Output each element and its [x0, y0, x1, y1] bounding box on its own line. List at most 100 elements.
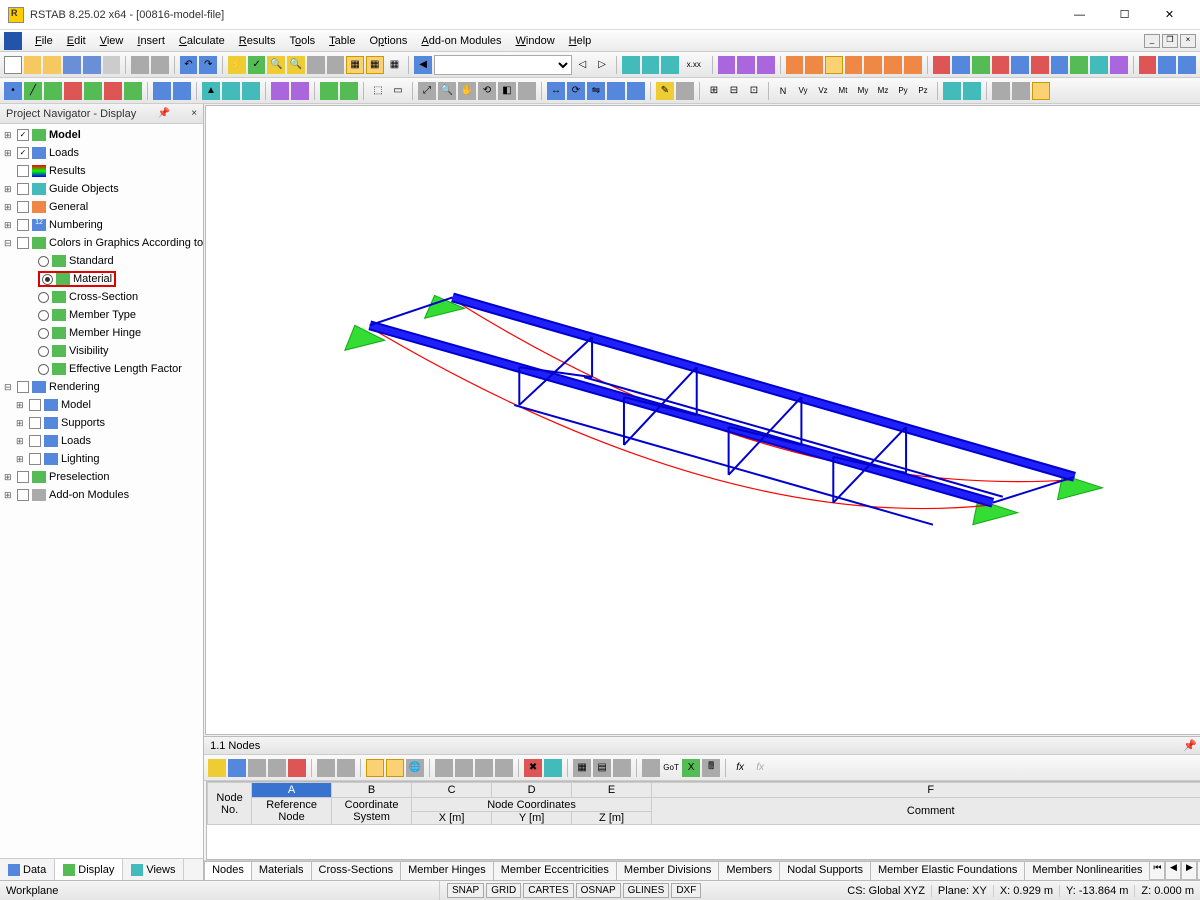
nav-next-icon[interactable]: ▷: [593, 56, 611, 74]
bottom-tab-members[interactable]: Members: [718, 861, 780, 880]
tool-16[interactable]: [340, 82, 358, 100]
bt-11[interactable]: [435, 759, 453, 777]
zoom-extents[interactable]: ⤢: [418, 82, 436, 100]
bt-7[interactable]: [337, 759, 355, 777]
bt-13[interactable]: [475, 759, 493, 777]
vz-label[interactable]: Vz: [814, 82, 832, 100]
result-text[interactable]: x.xx: [681, 56, 707, 74]
layer-1[interactable]: [992, 82, 1010, 100]
layer-2[interactable]: [1012, 82, 1030, 100]
menu-addon[interactable]: Add-on Modules: [414, 33, 508, 49]
mdi-minimize[interactable]: _: [1144, 34, 1160, 48]
tree-guide[interactable]: ⊞Guide Objects: [0, 180, 203, 198]
result-1[interactable]: [622, 56, 640, 74]
tree-numbering[interactable]: ⊞12Numbering: [0, 216, 203, 234]
tool-4[interactable]: [64, 82, 82, 100]
tool-9[interactable]: [173, 82, 191, 100]
addon-1[interactable]: [1139, 56, 1157, 74]
tree-general[interactable]: ⊞General: [0, 198, 203, 216]
tool-12[interactable]: [242, 82, 260, 100]
new-button[interactable]: [4, 56, 22, 74]
tree-r-loads[interactable]: ⊞Loads: [0, 432, 203, 450]
tool-18[interactable]: ▭: [389, 82, 407, 100]
grid-1[interactable]: [786, 56, 804, 74]
mod-8[interactable]: [1070, 56, 1088, 74]
pan-tool[interactable]: ✋: [458, 82, 476, 100]
layer-3[interactable]: [1032, 82, 1050, 100]
view-toggle-2[interactable]: ▦: [366, 56, 384, 74]
bt-1[interactable]: [208, 759, 226, 777]
tree-color-standard[interactable]: Standard: [0, 252, 203, 270]
bottom-tab-elastic[interactable]: Member Elastic Foundations: [870, 861, 1025, 880]
rotate-tool[interactable]: ⟳: [567, 82, 585, 100]
bt-9[interactable]: [386, 759, 404, 777]
scale-tool[interactable]: [607, 82, 625, 100]
orbit-tool[interactable]: ⟲: [478, 82, 496, 100]
open-recent-button[interactable]: [43, 56, 61, 74]
tool-8[interactable]: [153, 82, 171, 100]
icon-c[interactable]: [757, 56, 775, 74]
tab-display[interactable]: Display: [55, 859, 123, 880]
member-tool[interactable]: ╱: [24, 82, 42, 100]
tool-7[interactable]: [124, 82, 142, 100]
mdi-close[interactable]: ×: [1180, 34, 1196, 48]
save-button[interactable]: [63, 56, 81, 74]
toggle-cartes[interactable]: CARTES: [523, 883, 573, 898]
tab-next[interactable]: ▶: [1181, 861, 1197, 880]
bottom-tab-ecc[interactable]: Member Eccentricities: [493, 861, 617, 880]
bt-goto[interactable]: GoT: [662, 759, 680, 777]
3d-viewport[interactable]: [205, 105, 1200, 735]
bt-6[interactable]: [317, 759, 335, 777]
mt-label[interactable]: Mt: [834, 82, 852, 100]
tree-color-elf[interactable]: Effective Length Factor: [0, 360, 203, 378]
my-label[interactable]: My: [854, 82, 872, 100]
view-toggle-1[interactable]: ▦: [346, 56, 364, 74]
bt-2[interactable]: [228, 759, 246, 777]
grid-5[interactable]: [864, 56, 882, 74]
bt-18[interactable]: ▤: [593, 759, 611, 777]
tree-model[interactable]: ⊞✓Model: [0, 126, 203, 144]
filter-1[interactable]: ⊞: [705, 82, 723, 100]
tool-11[interactable]: [222, 82, 240, 100]
tool-15[interactable]: [320, 82, 338, 100]
mod-5[interactable]: [1011, 56, 1029, 74]
icon-b[interactable]: [737, 56, 755, 74]
bt-14[interactable]: [495, 759, 513, 777]
menu-options[interactable]: Options: [362, 33, 414, 49]
bottom-tab-nonlin[interactable]: Member Nonlinearities: [1024, 861, 1150, 880]
bt-fx2[interactable]: fx: [751, 759, 769, 777]
zoom-window[interactable]: 🔍: [438, 82, 456, 100]
tree-color-material[interactable]: Material: [0, 270, 203, 288]
mod-6[interactable]: [1031, 56, 1049, 74]
bt-16[interactable]: [544, 759, 562, 777]
bt-calc[interactable]: 🖩: [702, 759, 720, 777]
toggle-dxf[interactable]: DXF: [671, 883, 701, 898]
tree-rendering[interactable]: ⊟Rendering: [0, 378, 203, 396]
n-label[interactable]: N: [774, 82, 792, 100]
bt-3[interactable]: [248, 759, 266, 777]
tab-prev[interactable]: ◀: [1165, 861, 1181, 880]
copy-button[interactable]: [131, 56, 149, 74]
mdi-restore[interactable]: ❐: [1162, 34, 1178, 48]
icon-a[interactable]: [718, 56, 736, 74]
bottom-tab-hinges[interactable]: Member Hinges: [400, 861, 494, 880]
mod-9[interactable]: [1090, 56, 1108, 74]
toggle-snap[interactable]: SNAP: [447, 883, 484, 898]
tool-3[interactable]: [44, 82, 62, 100]
mod-7[interactable]: [1051, 56, 1069, 74]
bottom-tab-nodes[interactable]: Nodes: [204, 861, 252, 880]
tab-data[interactable]: Data: [0, 859, 55, 880]
iso-view[interactable]: ◧: [498, 82, 516, 100]
tool-25[interactable]: [627, 82, 645, 100]
tool-13[interactable]: [271, 82, 289, 100]
support-tool[interactable]: ▲: [202, 82, 220, 100]
tab-first[interactable]: ⏮: [1149, 861, 1165, 880]
result-3[interactable]: [661, 56, 679, 74]
tab-views[interactable]: Views: [123, 859, 184, 880]
bt-10[interactable]: 🌐: [406, 759, 424, 777]
flash-icon[interactable]: ⚡: [228, 56, 246, 74]
loadcase-dropdown[interactable]: [434, 55, 572, 75]
grid-3[interactable]: [825, 56, 843, 74]
bt-5[interactable]: [288, 759, 306, 777]
cascade-icon[interactable]: [327, 56, 345, 74]
